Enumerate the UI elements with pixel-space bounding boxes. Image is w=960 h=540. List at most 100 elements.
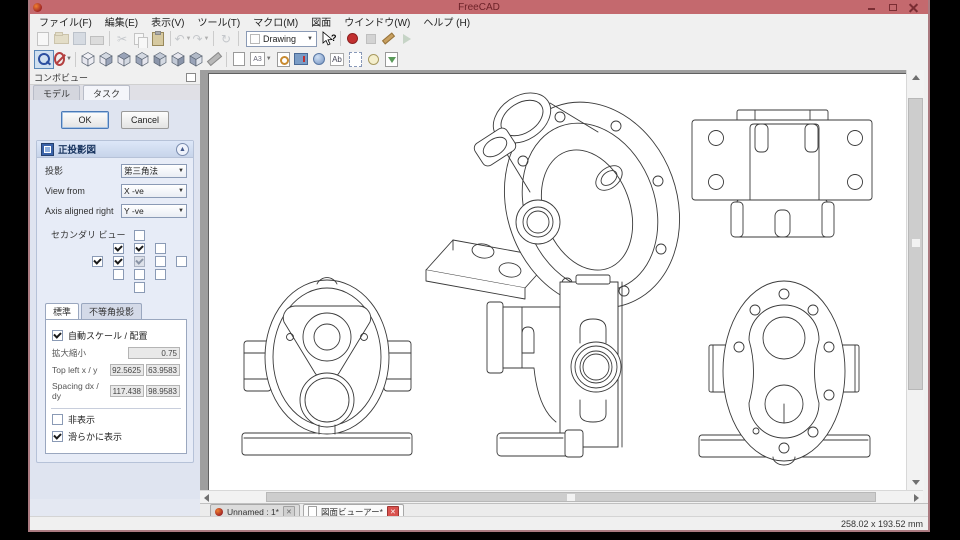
secondary-view-checkbox[interactable] [133, 282, 145, 293]
top-left-x-input[interactable]: 92.5625 [110, 364, 144, 376]
float-panel-icon[interactable] [186, 72, 196, 82]
vertical-scrollbar[interactable] [906, 70, 924, 490]
annotation-button[interactable]: Ab [328, 51, 346, 68]
new-document-button[interactable] [34, 30, 52, 47]
copy-button[interactable] [131, 30, 149, 49]
secondary-view-checkbox[interactable] [112, 269, 124, 280]
workbench-selector-value: Drawing [263, 33, 297, 44]
cut-button[interactable]: ✂ [113, 30, 131, 47]
clip-view-button[interactable] [292, 51, 310, 68]
draft-view-button[interactable] [346, 51, 364, 68]
secondary-view-checkbox[interactable] [154, 269, 166, 280]
save-button[interactable] [70, 30, 88, 47]
draw-style-button[interactable]: ▼ [54, 51, 72, 68]
symbol-button[interactable] [364, 51, 382, 68]
tab-task[interactable]: タスク [83, 85, 131, 100]
view-from-label: View from [45, 185, 85, 196]
ok-button[interactable]: OK [61, 111, 109, 129]
smooth-checkbox[interactable] [52, 431, 63, 442]
menu-bar: ファイル(F) 編集(E) 表示(V) ツール(T) マクロ(M) 図面 ウイン… [30, 14, 928, 30]
secondary-view-checkbox[interactable] [133, 269, 145, 280]
tab-model[interactable]: モデル [33, 85, 81, 100]
vertical-scrollbar-thumb[interactable] [908, 98, 923, 390]
secondary-view-checkbox[interactable] [112, 243, 124, 254]
measure-distance-button[interactable] [205, 51, 223, 68]
spacing-dy-input[interactable]: 98.9583 [146, 385, 180, 397]
collapse-icon[interactable]: ▲ [176, 142, 189, 156]
view-toolbar: ▼ A3 ▼ Ab [30, 48, 928, 71]
front-view-button[interactable] [97, 51, 115, 68]
tab-axonometric[interactable]: 不等角投影 [81, 303, 143, 319]
minimize-icon[interactable] [867, 3, 876, 12]
new-page-button[interactable] [230, 51, 248, 68]
menu-drawing[interactable]: 図面 [311, 14, 331, 29]
menu-help[interactable]: ヘルプ (H) [423, 14, 470, 29]
rear-view [698, 280, 871, 466]
paste-button[interactable] [149, 30, 167, 47]
title-bar: FreeCAD [30, 0, 928, 14]
view-from-select[interactable]: X -ve ▼ [121, 183, 187, 198]
close-icon[interactable] [909, 3, 918, 12]
secondary-view-checkbox[interactable] [91, 256, 103, 267]
scroll-up-icon[interactable] [912, 75, 920, 80]
secondary-view-checkbox[interactable] [112, 256, 124, 267]
smooth-label: 滑らかに表示 [68, 432, 123, 442]
projection-label: 投影 [45, 166, 64, 176]
horizontal-scrollbar[interactable] [200, 490, 923, 503]
secondary-view-checkbox[interactable] [133, 230, 145, 241]
undo-button[interactable]: ↶ ▼ [174, 30, 192, 47]
insert-view-button[interactable] [274, 51, 292, 68]
secondary-view-checkbox[interactable] [154, 256, 166, 267]
ortho-views-button[interactable] [310, 51, 328, 68]
workbench-selector[interactable]: Drawing ▼ [246, 30, 317, 47]
secondary-view-checkbox[interactable] [133, 243, 145, 254]
right-view-button[interactable] [133, 51, 151, 68]
dimensions-readout: 258.02 x 193.52 mm [840, 518, 923, 529]
redo-button[interactable]: ↷ ▼ [192, 30, 210, 47]
save-page-button[interactable] [382, 51, 400, 68]
menu-tools[interactable]: ツール(T) [197, 14, 240, 29]
horizontal-scrollbar-thumb[interactable] [266, 492, 876, 502]
macro-edit-button[interactable] [380, 30, 398, 47]
freecad-window: FreeCAD ファイル(F) 編集(E) 表示(V) ツール(T) マクロ(M… [28, 0, 930, 532]
axonometric-view-button[interactable] [79, 51, 97, 68]
rear-view-button[interactable] [151, 51, 169, 68]
hidden-checkbox[interactable] [52, 414, 63, 425]
macro-record-button[interactable] [344, 30, 362, 47]
print-button[interactable] [88, 30, 106, 47]
new-a3-page-button[interactable]: A3 ▼ [248, 51, 274, 68]
projection-select[interactable]: 第三角法 ▼ [121, 163, 187, 178]
macro-stop-button[interactable] [362, 30, 380, 47]
refresh-button[interactable]: ↻ [217, 30, 235, 47]
left-view-button[interactable] [187, 51, 205, 68]
menu-edit[interactable]: 編集(E) [105, 14, 138, 29]
secondary-view-checkbox[interactable] [175, 256, 187, 267]
open-document-button[interactable] [52, 30, 70, 47]
menu-macro[interactable]: マクロ(M) [253, 14, 298, 29]
secondary-view-checkbox[interactable] [133, 256, 145, 267]
menu-view[interactable]: 表示(V) [151, 14, 184, 29]
menu-file[interactable]: ファイル(F) [39, 14, 92, 29]
chevron-down-icon: ▼ [178, 187, 184, 194]
scale-input[interactable]: 0.75 [128, 347, 180, 359]
fit-all-button[interactable] [34, 49, 54, 69]
drawing-viewer-canvas[interactable] [200, 70, 906, 490]
scroll-down-icon[interactable] [912, 480, 920, 485]
secondary-view-checkbox[interactable] [154, 243, 166, 254]
menu-window[interactable]: ウインドウ(W) [344, 14, 410, 29]
maximize-icon[interactable] [888, 3, 897, 12]
scroll-left-icon[interactable] [204, 494, 209, 502]
chevron-down-icon: ▼ [178, 207, 184, 214]
top-left-y-input[interactable]: 63.9583 [146, 364, 180, 376]
scroll-right-icon[interactable] [914, 494, 919, 502]
spacing-dx-input[interactable]: 117.438 [110, 385, 144, 397]
bottom-view-button[interactable] [169, 51, 187, 68]
macro-play-button[interactable] [398, 30, 416, 47]
cancel-button[interactable]: Cancel [121, 111, 169, 129]
auto-scale-checkbox[interactable] [52, 330, 63, 341]
axis-aligned-label: Axis aligned right [45, 205, 114, 216]
top-view-button[interactable] [115, 51, 133, 68]
top-left-label: Top left x / y [52, 365, 98, 375]
tab-general[interactable]: 標準 [45, 303, 80, 319]
axis-aligned-select[interactable]: Y -ve ▼ [121, 203, 187, 218]
